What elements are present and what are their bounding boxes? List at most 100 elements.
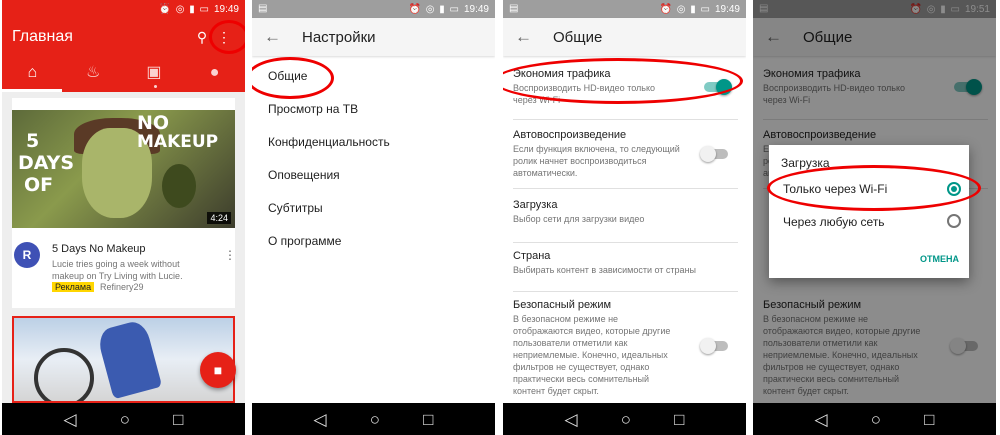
menu-item-privacy[interactable]: Конфиденциальность: [252, 126, 495, 159]
cancel-button[interactable]: ОТМЕНА: [920, 254, 959, 264]
upload-video-button[interactable]: ■: [200, 352, 236, 388]
status-bar: ⏰ ◎ ▮ ▭ 19:49: [2, 0, 245, 18]
setting-autoplay[interactable]: Автовоспроизведение Если функция включен…: [513, 129, 738, 189]
status-bar: ▤ ⏰ ◎ ▮ ▭ 19:49: [252, 0, 495, 18]
page-title: Общие: [553, 28, 603, 46]
recents-nav-icon[interactable]: □: [674, 411, 684, 428]
app-header: Главная ⚲ ⋮: [2, 18, 245, 56]
notification-icon: ▤: [258, 3, 268, 14]
tab-bar: ⌂ ♨ ▣ ●: [2, 56, 245, 92]
page-title: Настройки: [302, 28, 376, 46]
system-nav-bar: ◁ ○ □: [252, 403, 495, 435]
setting-title: Безопасный режим: [513, 299, 612, 311]
setting-description: В безопасном режиме не отображаются виде…: [513, 314, 671, 396]
search-icon[interactable]: ⚲: [191, 29, 213, 46]
video-thumbnail-2[interactable]: [12, 316, 235, 403]
notification-icon: ▤: [509, 3, 519, 14]
back-arrow-icon[interactable]: ←: [264, 27, 302, 47]
recents-nav-icon[interactable]: □: [173, 411, 183, 428]
home-nav-icon[interactable]: ○: [120, 411, 130, 428]
account-icon: ●: [209, 64, 220, 81]
home-nav-icon[interactable]: ○: [621, 411, 631, 428]
settings-menu: Общие Просмотр на ТВ Конфиденциальность …: [252, 60, 495, 258]
status-time: 19:49: [463, 3, 489, 15]
tab-account[interactable]: ●: [185, 56, 245, 92]
setting-description: Выбор сети для загрузки видео: [513, 214, 645, 224]
upload-network-dialog: Загрузка Только через Wi-Fi Через любую …: [769, 145, 969, 278]
option-wifi-only[interactable]: Только через Wi-Fi: [783, 182, 887, 196]
menu-item-about[interactable]: О программе: [252, 225, 495, 258]
menu-item-notifications[interactable]: Оповещения: [252, 159, 495, 192]
thumb-text-no: NO: [137, 112, 170, 134]
back-nav-icon[interactable]: ◁: [64, 411, 77, 428]
setting-description: Выбирать контент в зависимости от страны: [513, 265, 697, 275]
setting-country[interactable]: Страна Выбирать контент в зависимости от…: [513, 250, 738, 292]
dialog-title: Загрузка: [781, 156, 830, 170]
new-content-dot: [153, 85, 157, 88]
back-arrow-icon[interactable]: ←: [515, 27, 553, 47]
radio-wifi-only[interactable]: [947, 182, 961, 196]
menu-item-subtitles[interactable]: Субтитры: [252, 192, 495, 225]
setting-title: Страна: [513, 250, 551, 262]
tab-subscriptions[interactable]: ▣: [124, 56, 184, 92]
page-title: Главная: [12, 28, 73, 45]
radio-any-network[interactable]: [947, 214, 961, 228]
setting-title: Автовоспроизведение: [513, 129, 627, 141]
data-saving-toggle[interactable]: [704, 79, 732, 95]
back-nav-icon[interactable]: ◁: [314, 411, 327, 428]
thumb-text-of: OF: [24, 174, 54, 196]
phone-screen-general: ▤ ⏰ ◎ ▮ ▭ 19:49 ← Общие Экономия трафика…: [503, 0, 746, 435]
thumb-text-makeup: MAKEUP: [137, 132, 219, 152]
recents-nav-icon[interactable]: □: [924, 411, 934, 428]
subscriptions-icon: ▣: [146, 64, 162, 81]
status-bar: ▤ ⏰ ◎ ▮ ▭ 19:49: [503, 0, 746, 18]
phone-screen-home: ⏰ ◎ ▮ ▭ 19:49 Главная ⚲ ⋮ ⌂ ♨ ▣ ● NO MAK…: [2, 0, 245, 435]
video-description: Lucie tries going a week without makeup …: [52, 259, 183, 281]
recents-nav-icon[interactable]: □: [423, 411, 433, 428]
camera-icon: ■: [213, 362, 223, 378]
setting-data-saving[interactable]: Экономия трафика Воспроизводить HD-видео…: [513, 68, 738, 120]
thumbnail-rider: [95, 318, 163, 400]
video-duration: 4:24: [207, 212, 231, 224]
tab-trending[interactable]: ♨: [63, 56, 123, 92]
status-icons: ⏰ ◎ ▮ ▭: [408, 3, 460, 15]
setting-title: Загрузка: [513, 199, 558, 211]
setting-safe-mode[interactable]: Безопасный режим В безопасном режиме не …: [513, 299, 738, 399]
setting-title: Экономия трафика: [513, 68, 611, 80]
setting-description: Воспроизводить HD-видео только через Wi-…: [513, 83, 656, 105]
back-nav-icon[interactable]: ◁: [565, 411, 578, 428]
thumbnail-bike-wheel: [34, 348, 94, 401]
home-nav-icon[interactable]: ○: [370, 411, 380, 428]
system-nav-bar: ◁ ○ □: [503, 403, 746, 435]
status-icons: ⏰ ◎ ▮ ▭: [158, 3, 210, 15]
video-title[interactable]: 5 Days No Makeup: [52, 243, 146, 255]
video-menu-icon[interactable]: ⋮: [224, 248, 236, 262]
app-header: ← Общие: [503, 18, 746, 56]
status-time: 19:49: [213, 3, 239, 15]
channel-name: Refinery29: [100, 282, 144, 292]
back-nav-icon[interactable]: ◁: [815, 411, 828, 428]
menu-item-general[interactable]: Общие: [252, 60, 495, 93]
safe-mode-toggle[interactable]: [700, 338, 728, 354]
channel-avatar[interactable]: R: [14, 242, 40, 268]
home-nav-icon[interactable]: ○: [871, 411, 881, 428]
ad-badge: Реклама: [52, 282, 95, 292]
video-thumbnail[interactable]: NO MAKEUP 5 DAYS OF 4:24: [12, 110, 235, 228]
thumbnail-avocado: [162, 164, 196, 208]
home-icon: ⌂: [27, 64, 38, 81]
status-icons: ⏰ ◎ ▮ ▭: [659, 3, 711, 15]
tab-home[interactable]: ⌂: [2, 56, 63, 92]
autoplay-toggle[interactable]: [700, 146, 728, 162]
thumb-text-5: 5: [26, 130, 40, 152]
setting-upload[interactable]: Загрузка Выбор сети для загрузки видео: [513, 199, 738, 243]
more-options-icon[interactable]: ⋮: [213, 29, 235, 46]
menu-item-tv[interactable]: Просмотр на ТВ: [252, 93, 495, 126]
thumb-text-days: DAYS: [18, 152, 75, 174]
system-nav-bar: ◁ ○ □: [2, 403, 245, 435]
option-any-network[interactable]: Через любую сеть: [783, 215, 885, 229]
phone-screen-settings: ▤ ⏰ ◎ ▮ ▭ 19:49 ← Настройки Общие Просмо…: [252, 0, 495, 435]
setting-description: Если функция включена, то следующий роли…: [513, 144, 680, 178]
trending-icon: ♨: [85, 64, 101, 81]
status-time: 19:49: [714, 3, 740, 15]
phone-screen-upload-dialog: ▤ ⏰ ◎ ▮ ▭ 19:51 ← Общие Экономия трафика…: [753, 0, 996, 435]
